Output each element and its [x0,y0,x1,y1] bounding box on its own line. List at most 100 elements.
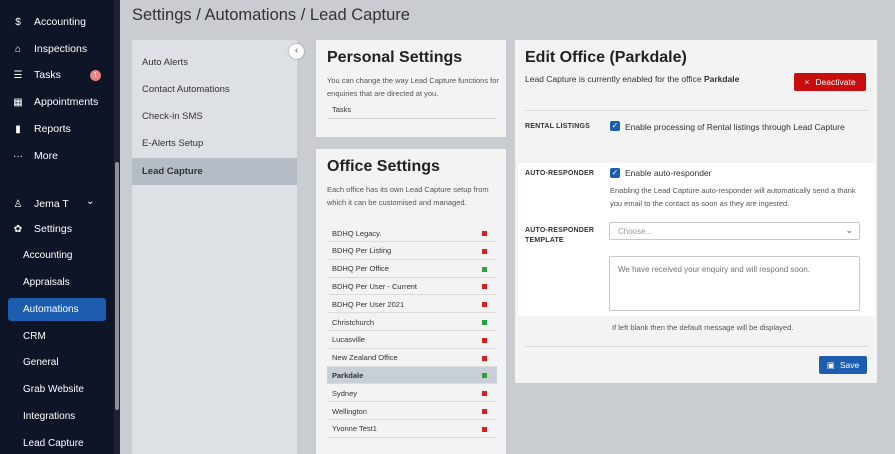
chevron-down-icon: ⌄ [845,225,853,235]
nav-label: Accounting [34,16,86,28]
close-icon: × [804,77,810,87]
home-search-icon: ⌂ [14,43,22,55]
nav-label: Settings [34,223,72,235]
nav-item-inspections[interactable]: ⌂ Inspections [0,36,114,62]
status-office-name: Parkdale [703,74,740,84]
personal-settings-card: Personal Settings You can change the way… [316,40,506,137]
auto-responder-checkbox[interactable]: ✓ [610,168,620,178]
personal-settings-description: You can change the way Lead Capture func… [327,76,499,98]
office-name: Wellington [332,406,367,416]
nav-item-more[interactable]: ··· More [0,143,114,169]
office-status-indicator [482,284,487,290]
office-settings-title: Office Settings [327,158,440,175]
office-name: Christchurch [332,317,375,327]
settings-item-grab-website[interactable]: Grab Website [8,378,106,401]
office-status-indicator [482,391,487,397]
tasks-count-badge: 1 [90,69,101,81]
settings-item-accounting[interactable]: Accounting [8,244,106,267]
divider [525,346,868,347]
auto-responder-text: Enable auto-responder [625,168,712,178]
office-row[interactable]: BDHQ Legacy. [327,225,497,242]
subnav-item-auto-alerts[interactable]: Auto Alerts [132,49,297,76]
office-status-indicator [482,337,487,343]
subnav-item-e-alerts-setup[interactable]: E-Alerts Setup [132,130,297,157]
office-status-indicator [482,409,487,414]
office-status-indicator [482,302,487,308]
settings-item-crm[interactable]: CRM [8,325,106,348]
deactivate-label: Deactivate [815,77,856,87]
office-status-indicator [482,231,487,236]
office-row[interactable]: BDHQ Per User - Current [327,278,497,296]
office-row[interactable]: Sydney [327,385,497,403]
divider [525,110,868,111]
office-settings-card: Office Settings Each office has its own … [316,149,506,454]
office-settings-description: Each office has its own Lead Capture set… [327,185,489,207]
status-text: Lead Capture is currently enabled for th… [525,74,704,84]
nav-item-accounting[interactable]: $ Accounting [0,9,114,35]
nav-label: Appointments [34,96,99,108]
nav-item-tasks[interactable]: ☰ Tasks 1 [0,62,114,88]
office-row[interactable]: New Zealand Office [327,350,497,367]
office-name: BDHQ Legacy. [332,228,382,238]
sidebar-scrollbar-thumb[interactable] [115,162,119,410]
nav-item-reports[interactable]: ▮ Reports [0,116,114,142]
office-name: Sydney [332,388,358,398]
calendar-icon: ▦ [13,96,23,108]
settings-item-lead-capture[interactable]: Lead Capture [8,432,106,454]
personal-settings-title: Personal Settings [327,49,463,66]
tasks-icon: ☰ [13,69,23,81]
subnav-item-check-in-sms[interactable]: Check-in SMS [132,103,297,130]
template-label: AUTO-RESPONDER TEMPLATE [525,227,595,244]
office-name: New Zealand Office [332,353,398,363]
office-status-indicator [482,266,487,272]
user-menu[interactable]: ♙ Jema T ⌄ [0,191,114,217]
template-select-value: Choose... [618,226,653,236]
save-icon: ▣ [826,359,835,370]
office-name: Lucasville [332,335,365,345]
nav-item-appointments[interactable]: ▦ Appointments [0,89,114,115]
auto-responder-help: Enabling the Lead Capture auto-responder… [610,186,856,208]
settings-item-integrations[interactable]: Integrations [8,405,106,428]
rental-listings-checkbox[interactable]: ✓ [610,121,620,131]
subnav-item-lead-capture[interactable]: Lead Capture [132,158,297,185]
blank-note: If left blank then the default message w… [612,323,794,332]
collapse-subnav-button[interactable]: ‹ [289,44,304,59]
rental-listings-label: RENTAL LISTINGS [525,123,590,130]
bar-chart-icon: ▮ [15,123,21,135]
nav-label: Tasks [34,69,61,81]
office-row[interactable]: BDHQ Per Office [327,261,497,278]
settings-item-automations[interactable]: Automations [8,298,106,321]
save-button[interactable]: ▣ Save [819,356,867,374]
dollar-icon: $ [15,16,21,28]
office-name: BDHQ Per Listing [332,246,392,256]
office-row[interactable]: Yvonne Test1 [327,421,497,438]
subnav-item-contact-automations[interactable]: Contact Automations [132,76,297,103]
office-status-indicator [482,248,487,254]
settings-item-appraisals[interactable]: Appraisals [8,271,106,294]
office-name: BDHQ Per User - Current [332,281,418,291]
nav-item-settings[interactable]: ✿ Settings [0,216,114,242]
office-name: Yvonne Test1 [332,424,377,434]
automations-subnav: Auto Alerts Contact Automations Check-in… [132,40,297,454]
office-status-indicator [482,426,487,432]
page-title: Settings / Automations / Lead Capture [132,6,410,24]
personal-settings-item-tasks[interactable]: Tasks [327,103,497,119]
rental-listings-text: Enable processing of Rental listings thr… [625,122,845,132]
auto-responder-label: AUTO-RESPONDER [525,170,595,177]
office-row[interactable]: Christchurch [327,314,497,331]
save-label: Save [839,360,860,370]
office-row[interactable]: BDHQ Per User 2021 [327,296,497,314]
office-row[interactable]: Parkdale [327,367,497,385]
settings-item-general[interactable]: General [8,351,106,374]
office-name: Parkdale [332,370,364,380]
office-row[interactable]: Lucasville [327,332,497,349]
template-textarea[interactable] [609,256,860,311]
deactivate-button[interactable]: × Deactivate [794,73,866,91]
nav-label: More [34,150,58,162]
left-navigation: $ Accounting ⌂ Inspections ☰ Tasks 1 ▦ A… [0,0,120,454]
chevron-down-icon: ⌄ [86,196,95,207]
office-row[interactable]: BDHQ Per Listing [327,243,497,260]
template-select[interactable]: Choose... ⌄ [609,222,860,240]
office-name: BDHQ Per Office [332,264,389,274]
office-row[interactable]: Wellington [327,403,497,420]
